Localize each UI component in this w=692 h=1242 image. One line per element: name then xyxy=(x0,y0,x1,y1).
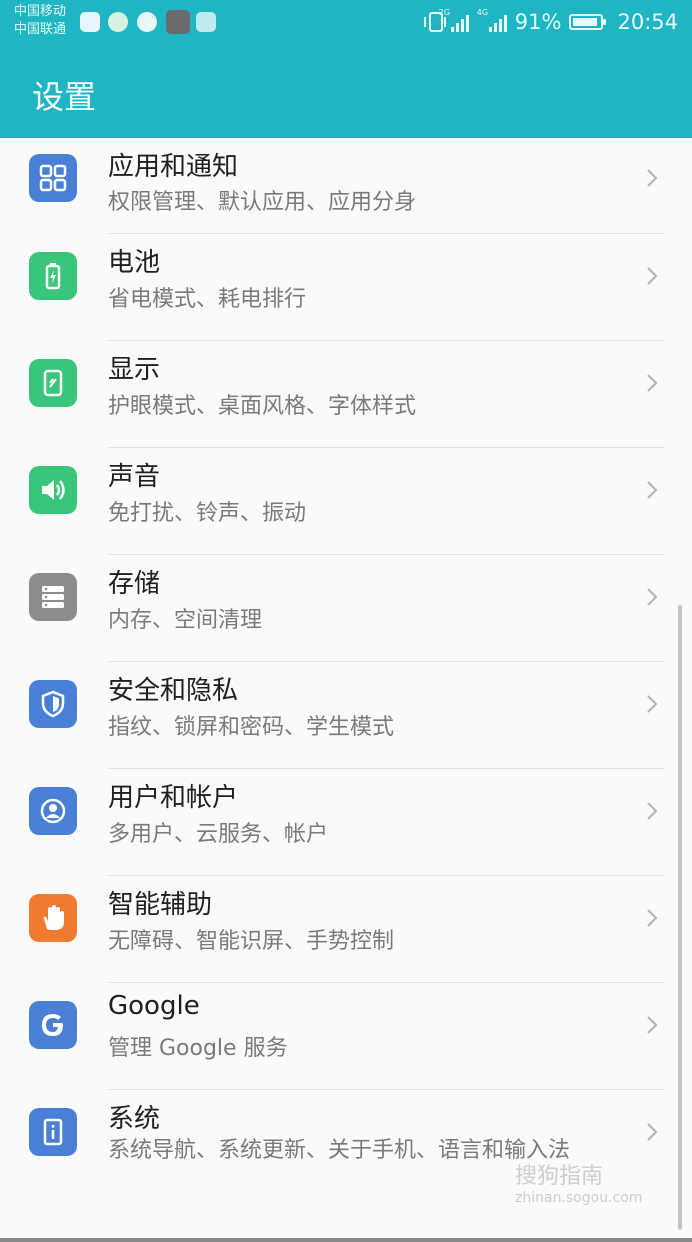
carrier-labels: 中国移动 中国联通 xyxy=(14,3,66,39)
settings-item-subtitle: 指纹、锁屏和密码、学生模式 xyxy=(108,715,395,740)
settings-item-subtitle: 多用户、云服务、帐户 xyxy=(108,822,329,847)
phone-info-icon xyxy=(29,1108,77,1156)
settings-item-title: 显示 xyxy=(108,355,161,385)
settings-item-subtitle: 护眼模式、桌面风格、字体样式 xyxy=(108,394,417,419)
clock: 20:54 xyxy=(617,10,678,34)
battery-percent: 91% xyxy=(514,10,562,34)
settings-item-subtitle: 无障碍、智能识屏、手势控制 xyxy=(108,929,395,954)
battery-icon xyxy=(569,14,607,30)
storage-icon xyxy=(29,573,77,621)
chat-bubble-icon xyxy=(137,12,157,32)
settings-item-7[interactable]: 智能辅助无障碍、智能识屏、手势控制 xyxy=(0,876,692,983)
page-title: 设置 xyxy=(32,78,97,116)
display-icon xyxy=(29,359,77,407)
settings-item-title: 系统 xyxy=(108,1104,161,1134)
settings-item-8[interactable]: Google 管理 Google 服务 xyxy=(0,983,692,1090)
shield-icon xyxy=(29,680,77,728)
bottom-edge xyxy=(0,1238,692,1242)
settings-item-subtitle: 管理 Google 服务 xyxy=(108,1036,288,1061)
settings-item-title: 智能辅助 xyxy=(108,890,213,920)
settings-item-title: Google xyxy=(108,991,200,1021)
status-bar: 中国移动 中国联通 2G 4G 91% 20:54 xyxy=(0,0,692,46)
user-icon xyxy=(29,787,77,835)
settings-item-2[interactable]: 显示护眼模式、桌面风格、字体样式 xyxy=(0,341,692,448)
chevron-right-icon xyxy=(640,1120,664,1144)
settings-item-title: 安全和隐私 xyxy=(108,676,239,706)
speaker-icon xyxy=(29,466,77,514)
settings-list: 应用和通知权限管理、默认应用、应用分身电池省电模式、耗电排行显示护眼模式、桌面风… xyxy=(0,138,692,1197)
signal-2g-icon: 2G xyxy=(439,8,469,32)
settings-item-5[interactable]: 安全和隐私指纹、锁屏和密码、学生模式 xyxy=(0,662,692,769)
avatar-notification-icon xyxy=(166,10,190,34)
google-icon xyxy=(29,1001,77,1049)
chevron-right-icon xyxy=(640,371,664,395)
watermark: 搜狗指南 zhinan.sogou.com xyxy=(515,1164,643,1206)
chevron-right-icon xyxy=(640,585,664,609)
chevron-right-icon xyxy=(640,1013,664,1037)
settings-item-4[interactable]: 存储 内存、空间清理 xyxy=(0,555,692,662)
settings-item-6[interactable]: 用户和帐户多用户、云服务、帐户 xyxy=(0,769,692,876)
book-app-icon xyxy=(196,12,216,32)
settings-item-1[interactable]: 电池省电模式、耗电排行 xyxy=(0,234,692,341)
settings-item-subtitle: 免打扰、铃声、振动 xyxy=(108,501,307,526)
settings-item-title: 用户和帐户 xyxy=(108,783,239,813)
app-header: 中国移动 中国联通 2G 4G 91% 20:54 设置 xyxy=(0,0,692,138)
settings-item-title: 存储 xyxy=(108,569,161,599)
chevron-right-icon xyxy=(640,166,664,190)
settings-item-title: 电池 xyxy=(108,248,161,278)
settings-item-title: 声音 xyxy=(108,462,161,492)
battery-icon xyxy=(29,252,77,300)
chevron-right-icon xyxy=(640,906,664,930)
signal-4g-icon: 4G xyxy=(477,8,507,32)
hand-icon xyxy=(29,894,77,942)
settings-item-3[interactable]: 声音免打扰、铃声、振动 xyxy=(0,448,692,555)
chevron-right-icon xyxy=(640,478,664,502)
chevron-right-icon xyxy=(640,264,664,288)
chevron-right-icon xyxy=(640,799,664,823)
settings-item-subtitle: 权限管理、默认应用、应用分身 xyxy=(108,190,417,215)
system-status: 2G 4G 91% 20:54 xyxy=(423,7,678,37)
chevron-right-icon xyxy=(640,692,664,716)
settings-item-subtitle: 内存、空间清理 xyxy=(108,608,263,633)
settings-item-title: 应用和通知 xyxy=(108,152,239,182)
carrier-1: 中国移动 xyxy=(14,4,67,19)
settings-item-0[interactable]: 应用和通知权限管理、默认应用、应用分身 xyxy=(0,138,692,234)
scrollbar[interactable] xyxy=(678,605,682,1230)
apps-grid-icon xyxy=(29,154,77,202)
carrier-2: 中国联通 xyxy=(14,22,67,37)
message-app-icon xyxy=(80,12,100,32)
wechat-icon xyxy=(108,12,128,32)
settings-item-subtitle: 省电模式、耗电排行 xyxy=(108,287,307,312)
